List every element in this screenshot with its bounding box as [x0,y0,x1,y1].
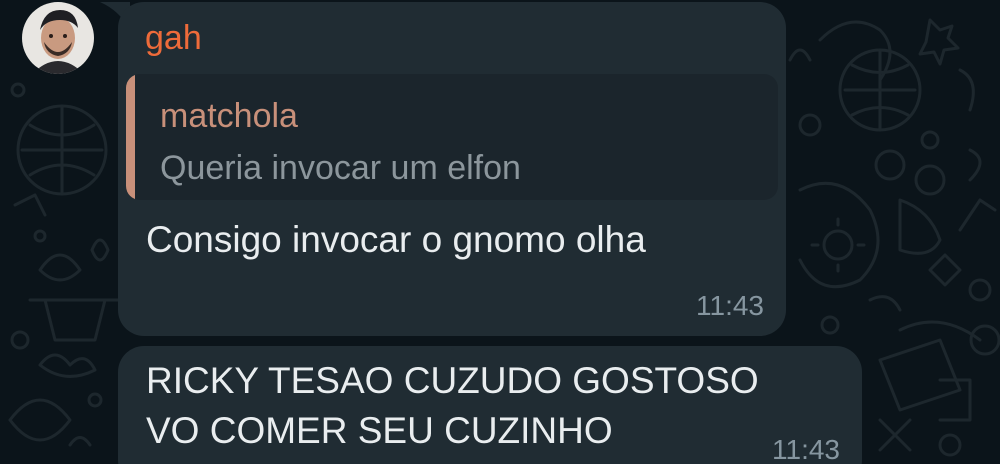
avatar-photo [22,2,94,74]
quoted-text: Queria invocar um elfon [160,149,521,187]
message-text: RICKY TESAO CUZUDO GOSTOSO VO COMER SEU … [146,356,759,456]
quoted-author: matchola [160,97,298,135]
message-bubble[interactable]: gah matchola Queria invocar um elfon Con… [118,2,786,336]
sender-name[interactable]: gah [145,18,202,58]
message-text: Consigo invocar o gnomo olha [146,219,646,260]
chat-view: gah matchola Queria invocar um elfon Con… [0,0,1000,464]
message-timestamp: 11:43 [772,434,840,464]
message-timestamp: 11:43 [696,290,764,321]
quoted-message[interactable]: matchola Queria invocar um elfon [126,74,778,200]
sender-avatar[interactable] [22,2,94,74]
message-line: VO COMER SEU CUZINHO [146,410,613,451]
quote-accent-bar [126,74,135,200]
message-bubble[interactable]: RICKY TESAO CUZUDO GOSTOSO VO COMER SEU … [118,346,862,464]
message-line: RICKY TESAO CUZUDO GOSTOSO [146,360,759,401]
